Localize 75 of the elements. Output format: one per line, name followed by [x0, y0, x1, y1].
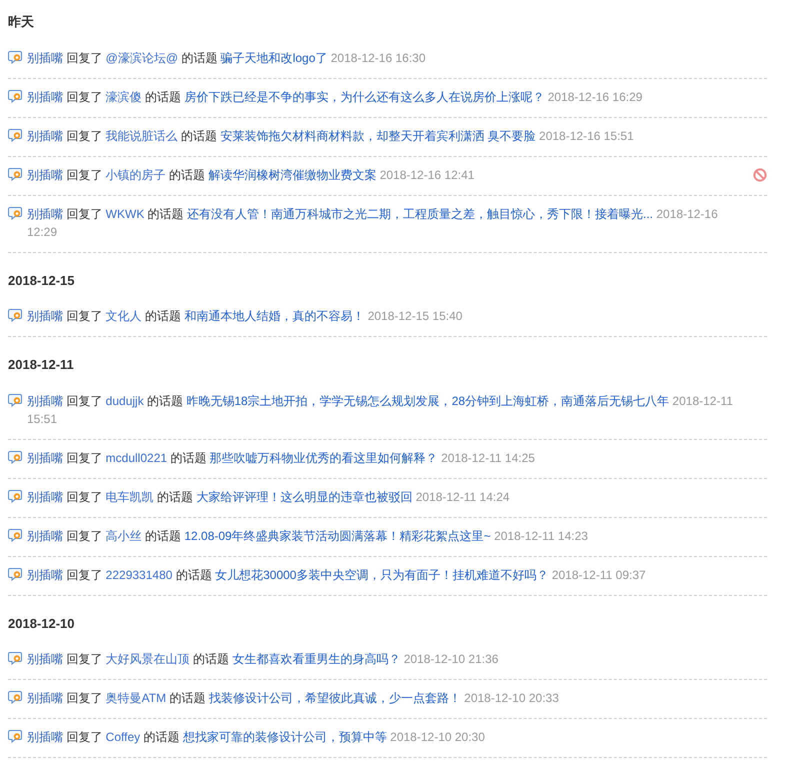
- date-heading: 2018-12-10: [8, 614, 76, 632]
- comment-icon: [8, 528, 23, 542]
- activity-text: 别插嘴 回复了 dudujjk 的话题 昨晚无锡18宗土地开拍，学学无锡怎么规划发展，28分钟到上海虹桥，南通落后无锡七八年 2018-12-11 15:51: [27, 392, 734, 428]
- topic-link[interactable]: 那些吹嘘万科物业优秀的看这里如何解释？: [210, 450, 438, 464]
- comment-icon: [8, 651, 23, 665]
- user-link[interactable]: 别插嘴: [27, 730, 63, 744]
- activity-text: 别插嘴 回复了 Coffey 的话题 想找家可靠的装修设计公司，预算中等 2018-12-10 20:30: [27, 729, 486, 746]
- activity-text: 别插嘴 回复了 WKWK 的话题 还有没有人管！南通万科城市之光二期，工程质量之差，触目惊心，秀下限！接着曝光... 2018-12-16 12:29: [27, 206, 719, 240]
- comment-icon: [8, 206, 23, 220]
- author-link[interactable]: mcdull0221: [106, 450, 168, 464]
- author-link[interactable]: 奥特曼ATM: [106, 691, 166, 705]
- user-link[interactable]: 别插嘴: [27, 652, 63, 666]
- activity-text: 别插嘴 回复了 @濠滨论坛@ 的话题 骗子天地和改logo了 2018-12-16 16:30: [27, 50, 426, 66]
- activity-text: 别插嘴 回复了 奥特曼ATM 的话题 找装修设计公司，希望彼此真诚，少一点套路！ 2018-12-10 20:33: [27, 690, 560, 707]
- author-link[interactable]: dudujjk: [106, 394, 144, 408]
- author-link[interactable]: WKWK: [106, 206, 144, 220]
- date-heading: 昨天: [8, 13, 35, 31]
- comment-icon: [8, 392, 23, 406]
- topic-link[interactable]: 解读华润橡树湾催缴物业费文案: [208, 168, 376, 182]
- user-link[interactable]: 别插嘴: [27, 691, 63, 705]
- author-link[interactable]: @濠滨论坛@: [106, 50, 178, 64]
- comment-icon: [8, 566, 23, 580]
- activity-text: 别插嘴 回复了 我能说脏话么 的话题 安莱装饰拖欠材料商材料款，却整天开着宾利潇洒 臭不要脸 2018-12-16 15:51: [27, 128, 635, 144]
- date-heading: 2018-12-11: [8, 356, 75, 374]
- activity-text: 别插嘴 回复了 电车凯凯 的话题 大家给评评理！这么明显的违章也被驳回 2018-12-11 14:24: [27, 488, 511, 506]
- author-link[interactable]: 大好风景在山顶: [106, 652, 190, 666]
- topic-link[interactable]: 房价下跌已经是不争的事实，为什么还有这么多人在说房价上涨呢？: [184, 90, 544, 104]
- topic-link[interactable]: 和南通本地人结婚，真的不容易！: [184, 309, 364, 323]
- comment-icon: [8, 128, 23, 142]
- topic-link[interactable]: 女儿想花30000多装中央空调，只为有面子！挂机难道不好吗？: [215, 568, 548, 582]
- delete-icon[interactable]: [753, 168, 767, 182]
- topic-link[interactable]: 大家给评评理！这么明显的违章也被驳回: [196, 490, 412, 504]
- author-link[interactable]: 高小丝: [106, 528, 142, 542]
- user-link[interactable]: 别插嘴: [27, 168, 63, 182]
- author-link[interactable]: 文化人: [106, 309, 142, 323]
- user-link[interactable]: 别插嘴: [27, 50, 63, 64]
- user-link[interactable]: 别插嘴: [27, 206, 63, 220]
- activity-text: 别插嘴 回复了 大好风景在山顶 的话题 女生都喜欢看重男生的身高吗？ 2018-12-10 21:36: [27, 651, 500, 668]
- topic-link[interactable]: 想找家可靠的装修设计公司，预算中等: [182, 730, 387, 744]
- user-link[interactable]: 别插嘴: [27, 90, 63, 104]
- comment-icon: [8, 690, 23, 704]
- activity-text: 别插嘴 回复了 文化人 的话题 和南通本地人结婚，真的不容易！ 2018-12-15 15:40: [27, 308, 464, 325]
- author-link[interactable]: 我能说脏话么: [106, 128, 178, 142]
- author-link[interactable]: 电车凯凯: [106, 490, 154, 504]
- comment-icon: [8, 308, 23, 322]
- user-link[interactable]: 别插嘴: [27, 490, 63, 504]
- topic-link[interactable]: 12.08-09年终盛典家装节活动圆满落幕！精彩花絮点这里~: [184, 528, 491, 542]
- author-link[interactable]: Coffey: [106, 730, 140, 744]
- activity-text: 别插嘴 回复了 小镇的房子 的话题 解读华润橡树湾催缴物业费文案 2018-12-16 12:41: [27, 166, 476, 184]
- comment-icon: [8, 488, 23, 502]
- author-link[interactable]: 2229331480: [106, 568, 172, 582]
- activity-text: 别插嘴 回复了 mcdull0221 的话题 那些吹嘘万科物业优秀的看这里如何解释？ 2018-12-11 14:25: [27, 450, 536, 466]
- comment-icon: [8, 50, 23, 64]
- author-link[interactable]: 濠滨傻: [106, 90, 142, 104]
- topic-link[interactable]: 还有没有人管！南通万科城市之光二期，工程质量之差，触目惊心，秀下限！接着曝光...: [187, 206, 654, 220]
- activity-text: 别插嘴 回复了 高小丝 的话题 12.08-09年终盛典家装节活动圆满落幕！精彩花絮点这里~ 2018-12-11 14:23: [27, 528, 589, 544]
- user-link[interactable]: 别插嘴: [27, 128, 63, 142]
- topic-link[interactable]: 骗子天地和改logo了: [220, 50, 328, 64]
- user-link[interactable]: 别插嘴: [27, 568, 63, 582]
- date-heading: 2018-12-15: [8, 272, 76, 290]
- user-link[interactable]: 别插嘴: [27, 394, 63, 408]
- author-link[interactable]: 小镇的房子: [106, 168, 166, 182]
- topic-link[interactable]: 安莱装饰拖欠材料商材料款，却整天开着宾利潇洒 臭不要脸: [220, 128, 536, 142]
- activity-text: 别插嘴 回复了 2229331480 的话题 女儿想花30000多装中央空调，只为有面子！挂机难道不好吗？ 2018-12-11 09:37: [27, 566, 647, 584]
- user-link[interactable]: 别插嘴: [27, 309, 63, 323]
- user-link[interactable]: 别插嘴: [27, 528, 63, 542]
- comment-icon: [8, 166, 23, 180]
- comment-icon: [8, 88, 23, 102]
- activity-text: 别插嘴 回复了 濠滨傻 的话题 房价下跌已经是不争的事实，为什么还有这么多人在说房价上涨呢？ 2018-12-16 16:29: [27, 88, 644, 106]
- comment-icon: [8, 450, 23, 464]
- comment-icon: [8, 729, 23, 743]
- topic-link[interactable]: 找装修设计公司，希望彼此真诚，少一点套路！: [208, 691, 461, 705]
- topic-link[interactable]: 女生都喜欢看重男生的身高吗？: [232, 652, 400, 666]
- topic-link[interactable]: 昨晚无锡18宗土地开拍，学学无锡怎么规划发展，28分钟到上海虹桥，南通落后无锡七八年: [186, 394, 670, 408]
- user-link[interactable]: 别插嘴: [27, 450, 63, 464]
